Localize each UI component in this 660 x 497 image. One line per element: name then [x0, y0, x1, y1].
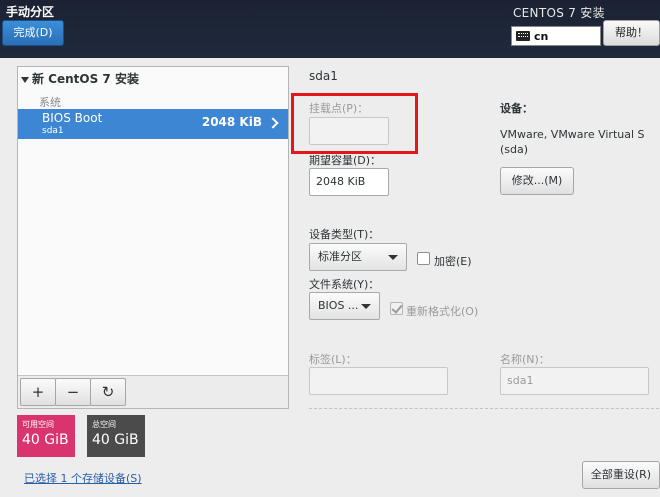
expand-triangle-icon — [21, 76, 29, 83]
keyboard-layout-label: cn — [534, 29, 549, 43]
name-label: 名称(N)： — [500, 353, 550, 366]
detail-divider — [309, 408, 659, 409]
reformat-label: 重新格式化(O) — [406, 305, 479, 318]
keyboard-layout-indicator[interactable]: cn — [511, 26, 601, 46]
dropdown-caret-icon — [361, 304, 371, 309]
total-space-value: 40 GiB — [92, 432, 139, 448]
mount-point-highlight — [291, 93, 418, 154]
filesystem-value: BIOS ... — [318, 299, 359, 312]
partition-device: sda1 — [42, 126, 64, 136]
refresh-button[interactable]: ↻ — [90, 378, 126, 406]
capacity-label: 期望容量(D)： — [309, 154, 382, 167]
help-button[interactable]: 帮助！ — [603, 20, 660, 46]
device-label: 设备： — [500, 102, 533, 115]
available-space-value: 40 GiB — [22, 432, 69, 448]
available-space-label: 可用空间 — [22, 420, 54, 429]
page-title: 手动分区 — [6, 5, 55, 19]
done-button[interactable]: 完成(D) — [2, 20, 64, 46]
partition-size: 2048 KiB — [201, 115, 262, 129]
tag-label: 标签(L)： — [309, 353, 357, 366]
chevron-right-icon — [267, 117, 279, 129]
product-title: CENTOS 7 安装 — [513, 6, 605, 20]
device-type-value: 标准分区 — [318, 250, 362, 263]
device-type-label: 设备类型(T)： — [309, 228, 380, 241]
remove-partition-button[interactable]: − — [55, 378, 91, 406]
group-label-system: 系统 — [39, 96, 61, 109]
tag-input[interactable] — [309, 367, 448, 395]
total-space-label: 总空间 — [92, 420, 116, 429]
filesystem-select[interactable]: BIOS ... — [309, 292, 380, 320]
partition-row-selected[interactable]: BIOS Boot sda1 2048 KiB — [18, 109, 288, 139]
install-title: 新 CentOS 7 安装 — [32, 72, 139, 86]
header-bar: 手动分区 完成(D) CENTOS 7 安装 cn 帮助！ — [0, 0, 660, 58]
partition-toolbar: + − ↻ — [18, 375, 288, 408]
device-type-select[interactable]: 标准分区 — [309, 243, 407, 271]
storage-devices-link[interactable]: 已选择 1 个存储设备(S) — [24, 470, 142, 486]
filesystem-label: 文件系统(Y)： — [309, 278, 380, 291]
install-group-header[interactable]: 新 CentOS 7 安装 — [21, 70, 139, 87]
device-value: VMware, VMware Virtual S — [500, 128, 645, 141]
available-space-badge: 可用空间 40 GiB — [17, 415, 75, 457]
detail-title: sda1 — [309, 69, 338, 83]
reformat-checkbox[interactable] — [390, 302, 403, 315]
total-space-badge: 总空间 40 GiB — [87, 415, 145, 457]
encrypt-checkbox[interactable] — [417, 252, 430, 265]
device-sub: (sda) — [500, 143, 529, 156]
capacity-input[interactable]: 2048 KiB — [309, 168, 389, 196]
encrypt-label: 加密(E) — [434, 255, 472, 268]
name-input[interactable]: sda1 — [500, 367, 649, 395]
reset-all-button[interactable]: 全部重设(R) — [582, 461, 660, 489]
dropdown-caret-icon — [388, 255, 398, 260]
modify-button[interactable]: 修改...(M) — [500, 167, 574, 195]
partition-name: BIOS Boot — [42, 111, 103, 125]
add-partition-button[interactable]: + — [20, 378, 56, 406]
keyboard-icon — [516, 31, 530, 41]
partition-list-panel: 新 CentOS 7 安装 系统 BIOS Boot sda1 2048 KiB — [17, 66, 289, 409]
